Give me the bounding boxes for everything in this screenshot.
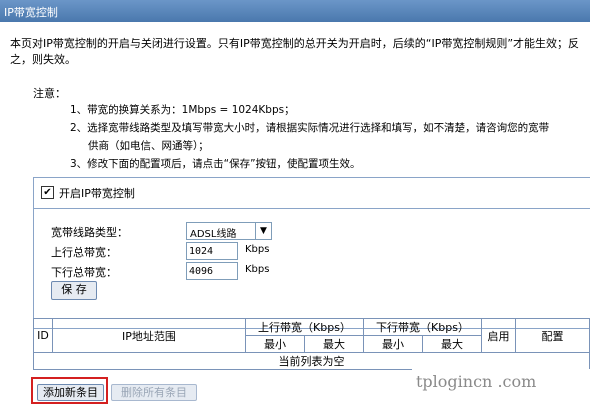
rules-table: ID IP地址范围 上行带宽（Kbps） 下行带宽（Kbps） 启用 配置 最小… <box>33 318 590 370</box>
down-bandwidth-field[interactable] <box>186 262 238 280</box>
table-row: 当前列表为空 <box>33 352 590 370</box>
down-bandwidth-input[interactable] <box>187 263 237 279</box>
window-title: IP带宽控制 <box>4 6 58 19</box>
table-header-row: ID IP地址范围 上行带宽（Kbps） 下行带宽（Kbps） 启用 配置 <box>33 318 590 353</box>
line-type-label: 宽带线路类型： <box>51 226 128 239</box>
watermark: tplogincn .com <box>412 369 590 395</box>
col-up-min: 最小 <box>245 335 305 353</box>
note-item: 3、修改下面的配置项后，请点击“保存”按钮，使配置项生效。 <box>70 158 361 170</box>
delete-all-button[interactable]: 删除所有条目 <box>111 384 197 401</box>
note-item: 2、选择宽带线路类型及填写带宽大小时，请根据实际情况进行选择和填写，如不清楚，请… <box>70 122 550 134</box>
bandwidth-settings-box: ✔ 开启IP带宽控制 宽带线路类型： ADSL线路 ▼ 上行总带宽： Kbps … <box>33 177 590 329</box>
col-down-max: 最大 <box>422 335 482 353</box>
enable-label: 开启IP带宽控制 <box>59 187 135 200</box>
down-bandwidth-label: 下行总带宽： <box>51 266 117 279</box>
up-unit: Kbps <box>245 244 270 255</box>
col-ip-range: IP地址范围 <box>52 318 246 353</box>
col-up-bandwidth: 上行带宽（Kbps） <box>245 318 364 336</box>
note-item: 1、带宽的换算关系为：1Mbps = 1024Kbps； <box>70 104 295 116</box>
watermark-text: tplogincn .com <box>416 372 537 391</box>
col-id: ID <box>33 318 53 353</box>
notes-title: 注意： <box>33 87 66 100</box>
up-bandwidth-label: 上行总带宽： <box>51 246 117 259</box>
title-bar: IP带宽控制 <box>0 0 590 22</box>
up-bandwidth-input[interactable] <box>187 243 237 259</box>
save-button[interactable]: 保 存 <box>51 281 97 300</box>
divider <box>34 208 590 209</box>
intro-text: 本页对IP带宽控制的开启与关闭进行设置。只有IP带宽控制的总开关为开启时，后续的… <box>10 37 580 66</box>
empty-list-text: 当前列表为空 <box>33 352 590 370</box>
note-item: 供商（如电信、网通等）； <box>88 140 209 152</box>
col-config: 配置 <box>515 318 590 353</box>
col-down-min: 最小 <box>363 335 423 353</box>
highlight-box <box>31 377 108 404</box>
enable-checkbox[interactable]: ✔ <box>41 186 54 199</box>
line-type-value: ADSL线路 <box>190 229 237 240</box>
up-bandwidth-field[interactable] <box>186 242 238 260</box>
col-enable: 启用 <box>481 318 516 353</box>
line-type-select[interactable]: ADSL线路 ▼ <box>186 222 272 240</box>
down-unit: Kbps <box>245 264 270 275</box>
col-up-max: 最大 <box>304 335 364 353</box>
content-panel: 本页对IP带宽控制的开启与关闭进行设置。只有IP带宽控制的总开关为开启时，后续的… <box>0 22 590 408</box>
col-down-bandwidth: 下行带宽（Kbps） <box>363 318 482 336</box>
chevron-down-icon[interactable]: ▼ <box>255 223 271 239</box>
